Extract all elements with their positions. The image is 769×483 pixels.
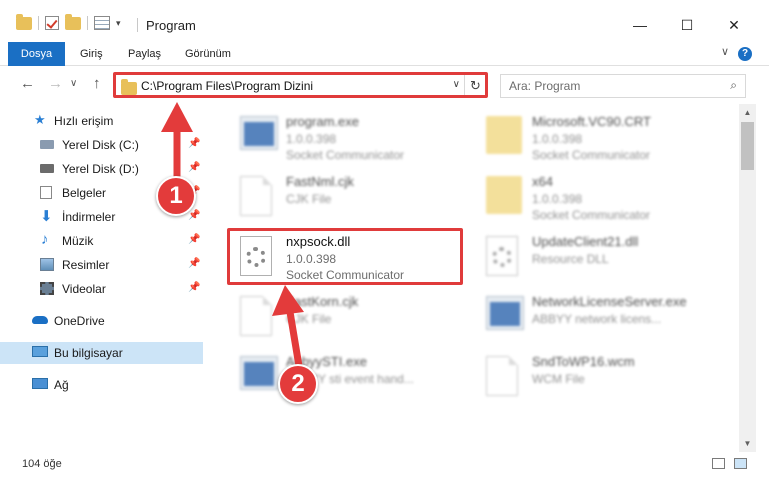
- arrow-2-head: [272, 285, 304, 316]
- step-1-badge: 1: [156, 176, 196, 216]
- step-2-badge: 2: [278, 364, 318, 404]
- arrow-1-head: [161, 102, 193, 132]
- arrow-2-shaft: [286, 308, 304, 376]
- annotation-arrows: [161, 102, 304, 376]
